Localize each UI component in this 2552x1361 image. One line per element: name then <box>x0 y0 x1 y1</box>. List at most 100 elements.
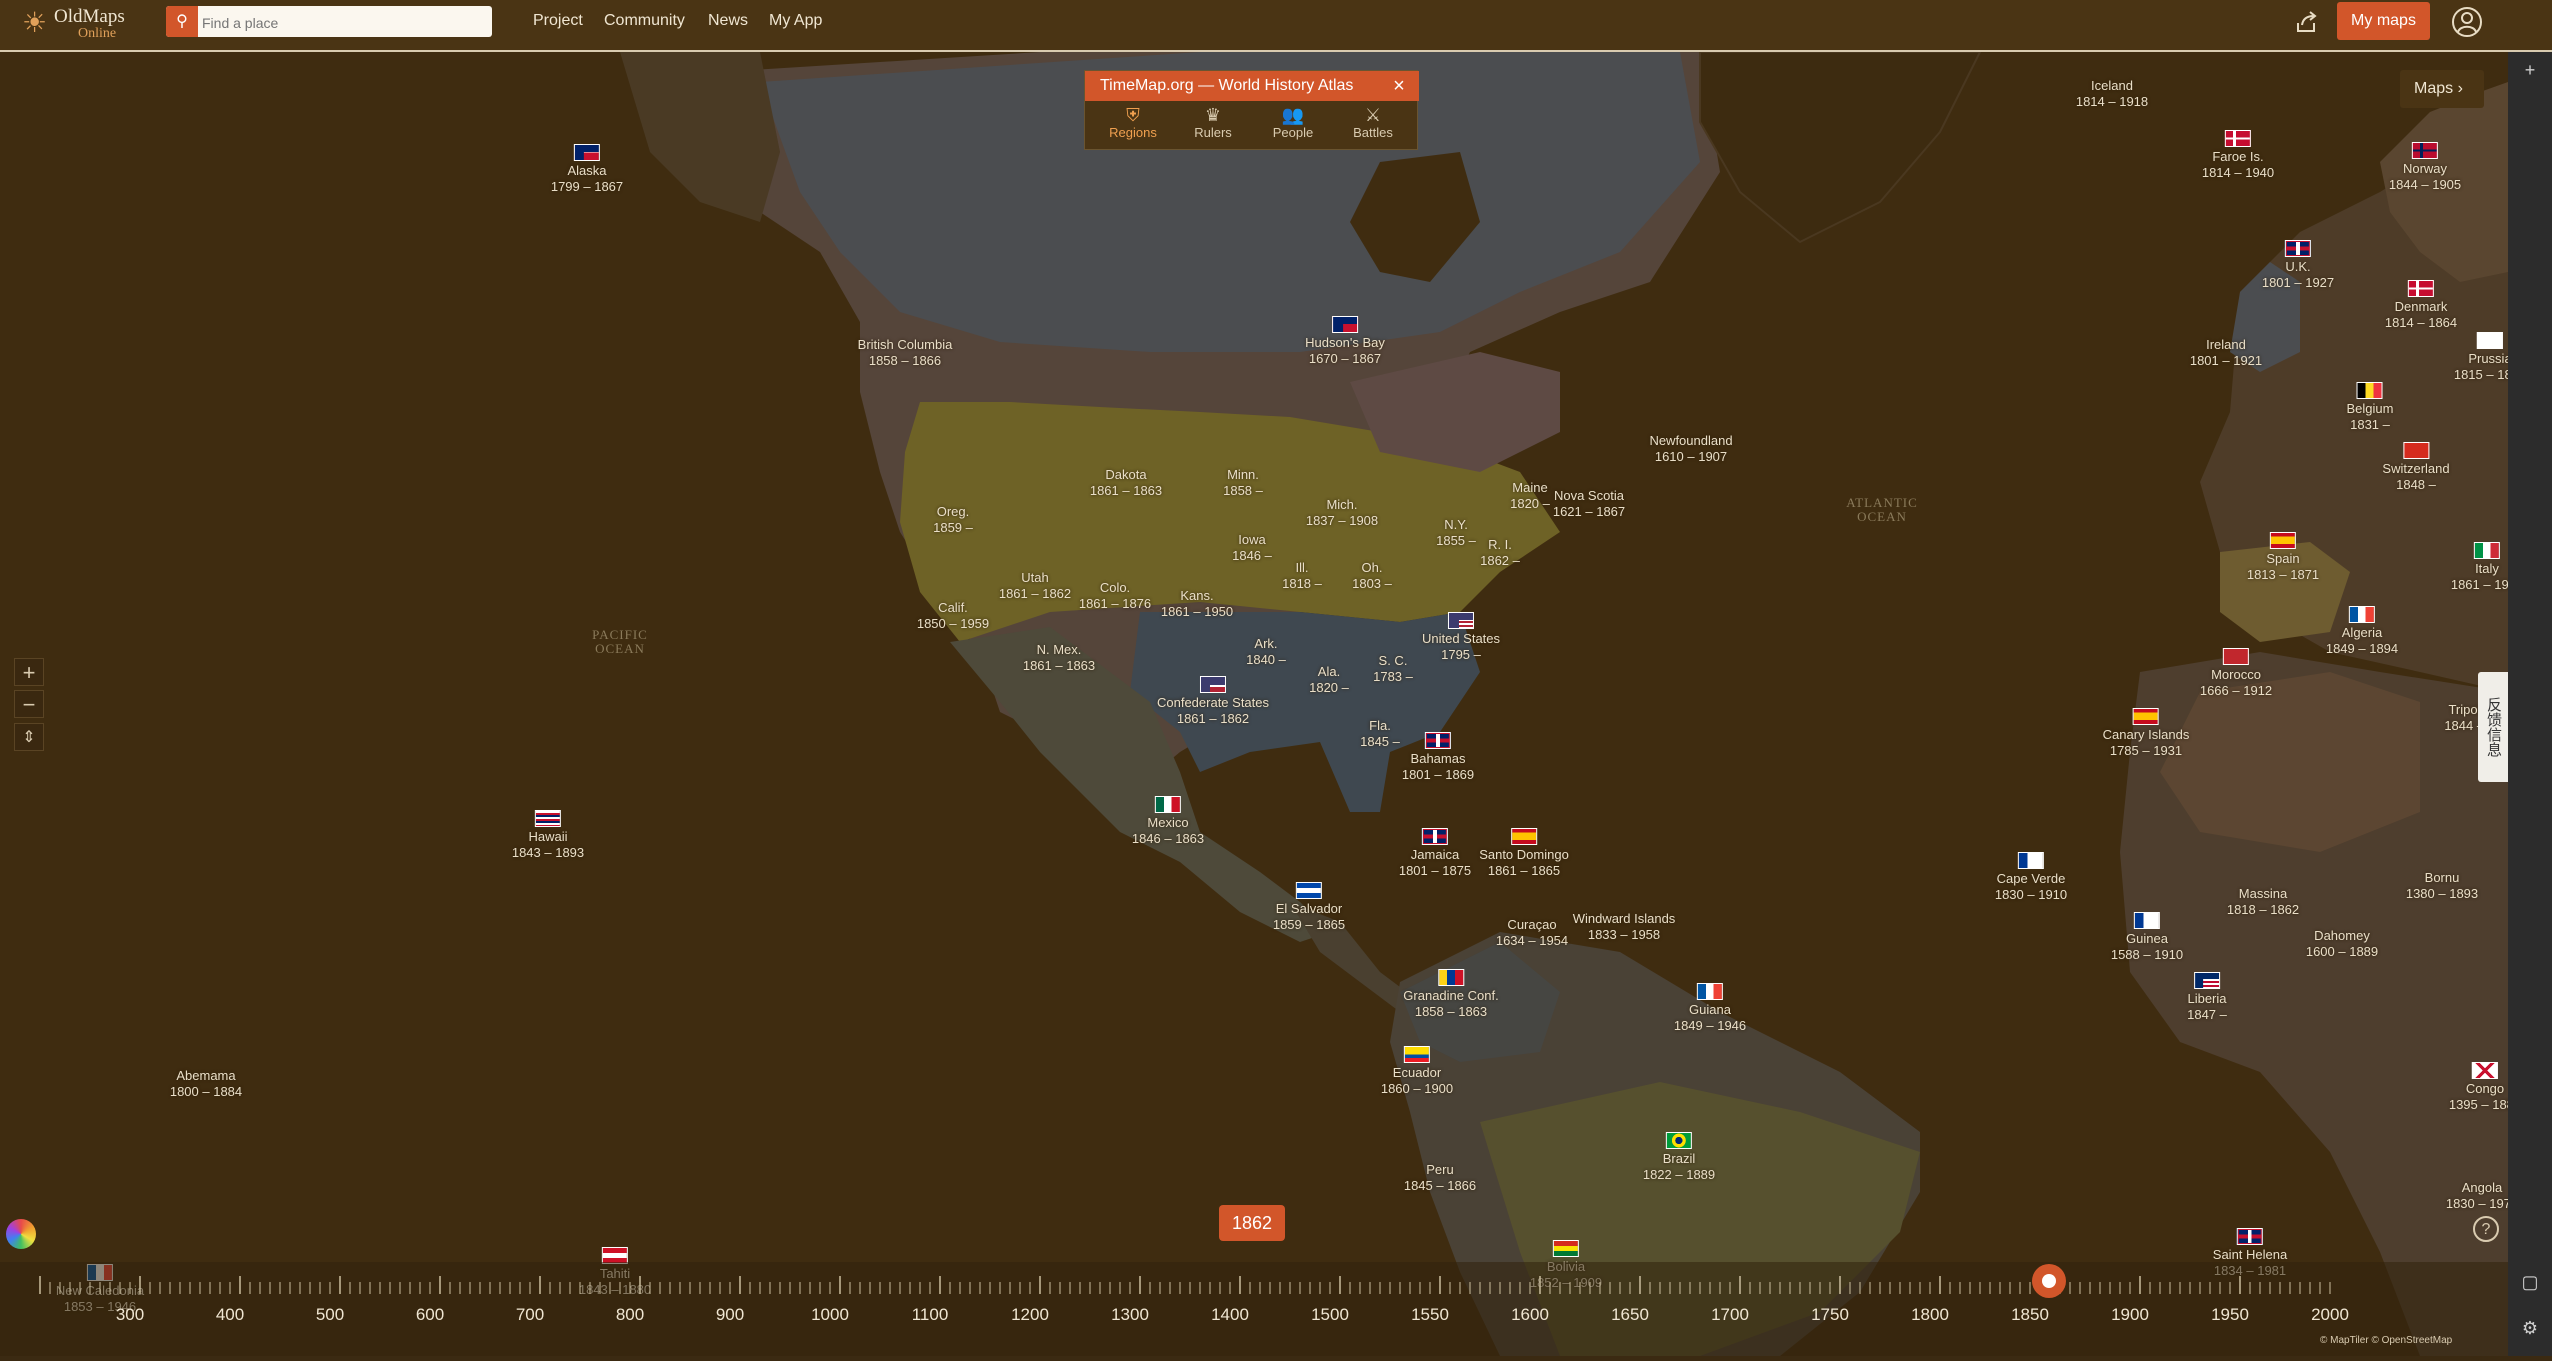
timeline-tick-label[interactable]: 1750 <box>1790 1305 1870 1325</box>
timeline-tick-label[interactable]: 1550 <box>1390 1305 1470 1325</box>
nav-community[interactable]: Community <box>604 0 685 44</box>
timeline-tick-label[interactable]: 1600 <box>1490 1305 1570 1325</box>
region-label[interactable]: Hawaii 1843 – 1893 <box>512 810 584 861</box>
region-label[interactable]: Brazil 1822 – 1889 <box>1643 1132 1715 1183</box>
region-label[interactable]: Congo1395 – 1883 <box>2449 1062 2508 1113</box>
region-label[interactable]: Oh. 1803 – <box>1352 560 1392 592</box>
share-icon[interactable] <box>2290 6 2324 38</box>
region-label[interactable]: Abemama 1800 – 1884 <box>170 1068 242 1100</box>
region-label[interactable]: Oreg. 1859 – <box>933 504 973 536</box>
region-label[interactable]: Curaçao 1634 – 1954 <box>1496 917 1568 949</box>
region-label[interactable]: Newfoundland 1610 – 1907 <box>1649 433 1732 465</box>
region-label[interactable]: N.Y. 1855 – <box>1436 517 1476 549</box>
timeline-tick-label[interactable]: 1000 <box>790 1305 870 1325</box>
region-label[interactable]: Iowa 1846 – <box>1232 532 1272 564</box>
region-label[interactable]: United States 1795 – <box>1422 612 1500 663</box>
map-attribution[interactable]: © MapTiler © OpenStreetMap <box>2320 1335 2452 1346</box>
region-label[interactable]: Mich. 1837 – 1908 <box>1306 497 1378 529</box>
nav-project[interactable]: Project <box>533 0 583 44</box>
region-label[interactable]: Jamaica 1801 – 1875 <box>1399 828 1471 879</box>
my-maps-button[interactable]: My maps <box>2337 2 2430 40</box>
region-label[interactable]: Santo Domingo 1861 – 1865 <box>1479 828 1569 879</box>
region-label[interactable]: S. C. 1783 – <box>1373 653 1413 685</box>
region-label[interactable]: R. I. 1862 – <box>1480 537 1520 569</box>
region-label[interactable]: Italy1861 – 1946 <box>2451 542 2508 593</box>
region-label[interactable]: Liberia 1847 – <box>2187 972 2227 1023</box>
region-label[interactable]: Faroe Is. 1814 – 1940 <box>2202 130 2274 181</box>
timeline-tick-label[interactable]: 900 <box>690 1305 770 1325</box>
region-label[interactable]: Fla. 1845 – <box>1360 718 1400 750</box>
oldmaps-logo[interactable]: ☀ OldMaps Online <box>22 4 142 48</box>
region-label[interactable]: Cape Verde 1830 – 1910 <box>1995 852 2067 903</box>
region-label[interactable]: Minn. 1858 – <box>1223 467 1263 499</box>
region-label[interactable]: Canary Islands 1785 – 1931 <box>2103 708 2189 759</box>
timeline-tick-label[interactable]: 600 <box>390 1305 470 1325</box>
tab-rulers[interactable]: ♛ Rulers <box>1173 105 1253 149</box>
timeline-tick-label[interactable]: 2000 <box>2290 1305 2370 1325</box>
tab-battles[interactable]: ⚔ Battles <box>1333 105 1413 149</box>
region-label[interactable]: Colo. 1861 – 1876 <box>1079 580 1151 612</box>
region-label[interactable]: Spain 1813 – 1871 <box>2247 532 2319 583</box>
zoom-out-button[interactable]: − <box>14 690 44 718</box>
timeline-tick-label[interactable]: 1850 <box>1990 1305 2070 1325</box>
region-label[interactable]: Massina 1818 – 1862 <box>2227 886 2299 918</box>
region-label[interactable]: Kans. 1861 – 1950 <box>1161 588 1233 620</box>
timeline-tick-label[interactable]: 500 <box>290 1305 370 1325</box>
user-account-icon[interactable] <box>2450 6 2484 38</box>
color-palette-icon[interactable] <box>6 1219 36 1249</box>
region-label[interactable]: Dahomey 1600 – 1889 <box>2306 928 2378 960</box>
gear-icon[interactable]: ⚙ <box>2508 1318 2552 1339</box>
nav-news[interactable]: News <box>708 0 748 44</box>
timeline-tick-label[interactable]: 700 <box>490 1305 570 1325</box>
region-label[interactable]: Ill. 1818 – <box>1282 560 1322 592</box>
timeline-tick-label[interactable]: 1400 <box>1190 1305 1270 1325</box>
region-label[interactable]: El Salvador 1859 – 1865 <box>1273 882 1345 933</box>
region-label[interactable]: Nova Scotia 1621 – 1867 <box>1553 488 1625 520</box>
region-label[interactable]: Bahamas 1801 – 1869 <box>1402 732 1474 783</box>
region-label[interactable]: Hudson's Bay 1670 – 1867 <box>1305 316 1385 367</box>
region-label[interactable]: Mexico 1846 – 1863 <box>1132 796 1204 847</box>
timeline-tick-label[interactable]: 1100 <box>890 1305 970 1325</box>
region-label[interactable]: British Columbia 1858 – 1866 <box>858 337 953 369</box>
region-label[interactable]: Ala. 1820 – <box>1309 664 1349 696</box>
region-label[interactable]: Windward Islands 1833 – 1958 <box>1573 911 1676 943</box>
compass-icon[interactable]: ⇕ <box>14 723 44 751</box>
timeline-tick-label[interactable]: 1800 <box>1890 1305 1970 1325</box>
region-label[interactable]: Ark. 1840 – <box>1246 636 1286 668</box>
region-label[interactable]: Guinea 1588 – 1910 <box>2111 912 2183 963</box>
region-label[interactable]: Iceland 1814 – 1918 <box>2076 78 2148 110</box>
search-input[interactable] <box>200 6 492 37</box>
region-label[interactable]: Switzerland 1848 – <box>2382 442 2450 493</box>
region-label[interactable]: Ireland 1801 – 1921 <box>2190 337 2262 369</box>
timeline-tick-label[interactable]: 400 <box>190 1305 270 1325</box>
map-canvas[interactable]: PACIFIC OCEAN ATLANTIC OCEAN Alaska 1799 – … <box>0 52 2508 1356</box>
region-label[interactable]: Guiana 1849 – 1946 <box>1674 983 1746 1034</box>
tab-regions[interactable]: ⛨ Regions <box>1093 105 1173 149</box>
region-label[interactable]: Bornu 1380 – 1893 <box>2406 870 2478 902</box>
timeline-tick-label[interactable]: 1700 <box>1690 1305 1770 1325</box>
region-label[interactable]: Morocco 1666 – 1912 <box>2200 648 2272 699</box>
region-label[interactable]: Utah 1861 – 1862 <box>999 570 1071 602</box>
region-label[interactable]: N. Mex. 1861 – 1863 <box>1023 642 1095 674</box>
timeline-tick-label[interactable]: 800 <box>590 1305 670 1325</box>
region-label[interactable]: Granadine Conf. 1858 – 1863 <box>1403 969 1499 1020</box>
region-label[interactable]: Algeria 1849 – 1894 <box>2326 606 2398 657</box>
region-label[interactable]: Belgium 1831 – <box>2347 382 2393 433</box>
region-label[interactable]: Prussia1815 – 1871 <box>2454 332 2508 383</box>
region-label[interactable]: Norway 1844 – 1905 <box>2389 142 2461 193</box>
region-label[interactable]: Ecuador 1860 – 1900 <box>1381 1046 1453 1097</box>
tab-people[interactable]: 👥 People <box>1253 105 1333 149</box>
timeline-tick-label[interactable]: 1900 <box>2090 1305 2170 1325</box>
nav-my-app[interactable]: My App <box>769 0 822 44</box>
region-label[interactable]: Angola1830 – 1975 <box>2446 1180 2508 1212</box>
zoom-in-button[interactable]: + <box>14 658 44 686</box>
region-label[interactable]: Maine 1820 – <box>1510 480 1550 512</box>
region-label[interactable]: Denmark 1814 – 1864 <box>2385 280 2457 331</box>
close-icon[interactable]: × <box>1389 71 1409 101</box>
region-label[interactable]: Dakota 1861 – 1863 <box>1090 467 1162 499</box>
timeline-slider-handle[interactable] <box>2031 1264 2066 1298</box>
maps-panel-toggle[interactable]: Maps › <box>2400 70 2484 108</box>
timeline-tick-label[interactable]: 300 <box>90 1305 170 1325</box>
region-label[interactable]: Peru 1845 – 1866 <box>1404 1162 1476 1194</box>
tool-icon[interactable]: ▢ <box>2508 1272 2552 1293</box>
